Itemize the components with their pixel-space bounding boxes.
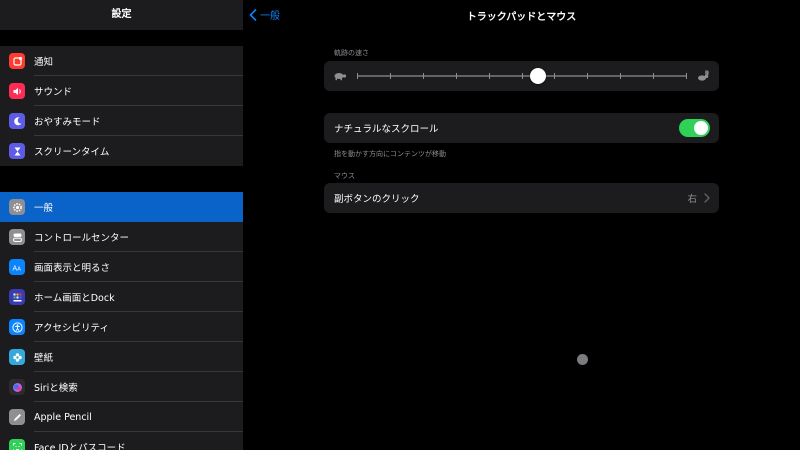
moon-icon [9, 113, 25, 129]
rabbit-icon [698, 70, 709, 81]
sidebar-item-label: 一般 [34, 203, 54, 214]
home-grid-icon [9, 289, 25, 305]
slider-tick [686, 73, 687, 79]
slider-tick [357, 73, 358, 79]
trackpad-mouse-pane: 一般 トラックパッドとマウス 軌跡の速さ ナチュラルなスクロール 指を動かす方向… [243, 0, 800, 450]
secondary-click-label: 副ボタンのクリック [334, 194, 420, 205]
text-size-icon: AA [9, 259, 25, 275]
natural-scroll-row[interactable]: ナチュラルなスクロール [324, 113, 719, 143]
tracking-speed-slider[interactable] [357, 68, 687, 84]
sidebar-item[interactable]: おやすみモード [0, 106, 243, 136]
bell-icon [9, 53, 25, 69]
sidebar-item[interactable]: サウンド [0, 76, 243, 106]
slider-tick [653, 73, 655, 79]
natural-scroll-label: ナチュラルなスクロール [334, 124, 439, 135]
sidebar-item-label: アクセシビリティ [34, 323, 109, 334]
sidebar-item-label: ホーム画面とDock [34, 293, 115, 304]
faceid-icon [9, 439, 25, 450]
sidebar-item[interactable]: 通知 [0, 46, 243, 76]
sidebar-item-label: Face IDとパスコード [34, 443, 126, 450]
chevron-right-icon [704, 193, 710, 203]
sidebar-item-label: 通知 [34, 57, 54, 68]
slider-tick [554, 73, 556, 79]
sidebar-item-label: Apple Pencil [34, 411, 92, 423]
slider-tick [521, 73, 523, 79]
sidebar-item[interactable]: A A 画面表示と明るさ [0, 252, 243, 282]
siri-icon [9, 379, 25, 395]
secondary-click-value: 右 [687, 194, 697, 205]
sidebar-item-label: 画面表示と明るさ [34, 263, 111, 274]
sidebar-item-label: スクリーンタイム [34, 147, 110, 158]
hourglass-icon [9, 143, 25, 159]
sidebar-item[interactable]: ホーム画面とDock [0, 282, 243, 312]
sidebar-item[interactable]: Siriと検索 [0, 372, 243, 402]
gear-icon [9, 199, 25, 215]
speaker-icon [9, 83, 25, 99]
slider-tick [587, 73, 589, 79]
slider-tick [620, 73, 622, 79]
mouse-section-caption: マウス [334, 172, 355, 180]
sidebar-item[interactable]: Apple Pencil [0, 402, 243, 432]
sidebar-spacer [0, 166, 243, 192]
natural-scroll-footer: 指を動かす方向にコンテンツが移動 [334, 150, 446, 158]
settings-sidebar: 設定 通知サウンドおやすみモード スクリーンタイム 一般コントロールセンター A A 画… [0, 0, 243, 450]
sidebar-item-label: コントロールセンター [34, 233, 130, 244]
flower-icon [9, 349, 25, 365]
slider-tick [422, 73, 424, 79]
sidebar-item[interactable]: Face IDとパスコード [0, 432, 243, 450]
sidebar-item-label: サウンド [34, 87, 73, 98]
sidebar-spacer [0, 30, 243, 46]
slider-tick [455, 73, 457, 79]
accessibility-icon [9, 319, 25, 335]
toggles-icon [9, 229, 25, 245]
mouse-pointer [577, 354, 588, 365]
turtle-icon [334, 73, 347, 81]
toggle-knob [694, 121, 708, 135]
sidebar-group-2: 一般コントロールセンター A A 画面表示と明るさ ホーム画面とDock アクセシビリティ… [0, 192, 243, 450]
pencil-icon [9, 409, 25, 425]
sidebar-item-label: 壁紙 [34, 353, 54, 364]
secondary-click-row[interactable]: 副ボタンのクリック 右 [324, 183, 719, 213]
svg-text:A: A [17, 266, 21, 272]
page-title: トラックパッドとマウス [466, 12, 577, 23]
sidebar-item[interactable]: 一般 [0, 192, 243, 222]
tracking-speed-caption: 軌跡の速さ [334, 49, 369, 57]
sidebar-group-1: 通知サウンドおやすみモード スクリーンタイム [0, 46, 243, 166]
sidebar-item[interactable]: コントロールセンター [0, 222, 243, 252]
slider-thumb[interactable] [529, 68, 546, 84]
slider-tick [389, 73, 391, 79]
slider-tick [488, 73, 490, 79]
sidebar-item[interactable]: 壁紙 [0, 342, 243, 372]
sidebar-item[interactable]: アクセシビリティ [0, 312, 243, 342]
sidebar-item-label: Siriと検索 [34, 383, 78, 394]
natural-scroll-toggle[interactable] [679, 119, 710, 137]
sidebar-item[interactable]: スクリーンタイム [0, 136, 243, 166]
sidebar-title: 設定 [111, 9, 132, 20]
sidebar-item-label: おやすみモード [34, 117, 101, 128]
tracking-speed-group [324, 61, 719, 91]
